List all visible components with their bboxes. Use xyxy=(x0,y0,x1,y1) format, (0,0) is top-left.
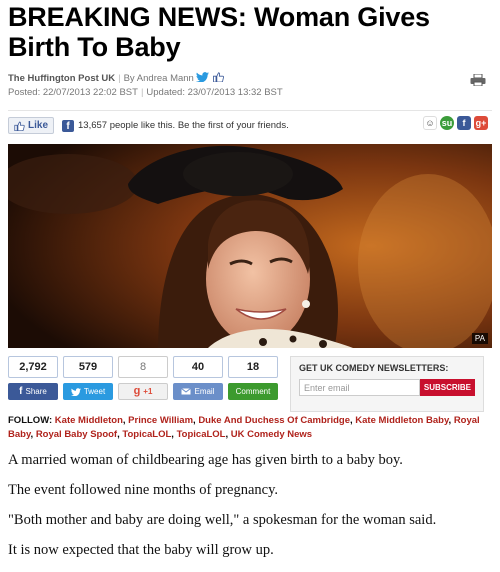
follow-tag[interactable]: Royal Baby Spoof xyxy=(36,429,117,440)
thumbs-up-icon xyxy=(14,121,25,131)
facebook-share-icon[interactable]: f xyxy=(457,116,471,130)
newsletter-signup: GET UK COMEDY NEWSLETTERS: Enter email S… xyxy=(290,356,484,412)
google-plus-block: 8 g +1 xyxy=(118,356,168,400)
follow-tag[interactable]: TopicaLOL xyxy=(122,429,171,440)
facebook-share-count: 2,792 xyxy=(8,356,58,378)
print-icon[interactable] xyxy=(470,74,486,86)
updated-date: Updated: 23/07/2013 13:32 BST xyxy=(146,87,283,98)
article-photo: PA xyxy=(8,144,492,348)
facebook-share-block: 2,792 f Share xyxy=(8,356,58,400)
article-page: BREAKING NEWS: Woman Gives Birth To Baby… xyxy=(0,2,500,559)
follow-tag[interactable]: Kate Middleton xyxy=(55,415,123,426)
body-paragraph: It is now expected that the baby will gr… xyxy=(8,542,274,558)
twitter-bird-icon[interactable] xyxy=(196,72,210,82)
email-button[interactable]: Email xyxy=(173,383,223,400)
envelope-icon xyxy=(181,388,192,395)
headline: BREAKING NEWS: Woman Gives Birth To Baby xyxy=(8,2,430,62)
facebook-like-button[interactable]: Like xyxy=(8,117,55,134)
social-share-bar: 2,792 f Share 579 Tweet 8 g +1 40 Email … xyxy=(8,356,492,412)
facebook-like-icon[interactable] xyxy=(212,72,225,82)
photo-image xyxy=(8,144,492,348)
facebook-like-count-text: 13,657 people like this. Be the first of… xyxy=(78,120,289,131)
stumbleupon-icon[interactable]: su xyxy=(440,116,454,130)
byline: The Huffington Post UK | By Andrea Mann Po… xyxy=(8,72,492,100)
source-name[interactable]: The Huffington Post UK xyxy=(8,73,115,84)
tweet-count: 579 xyxy=(63,356,113,378)
twitter-bird-icon xyxy=(70,387,81,396)
body-paragraph: The event followed nine months of pregna… xyxy=(8,482,279,498)
like-label: Like xyxy=(28,120,49,131)
share-icons: ☺ su f g+ xyxy=(423,116,488,130)
article-body: A married woman of childbearing age has … xyxy=(8,451,492,559)
follow-label: FOLLOW: xyxy=(8,415,53,426)
newsletter-title: GET UK COMEDY NEWSLETTERS: xyxy=(299,363,449,373)
follow-tag[interactable]: Kate Middleton Baby xyxy=(355,415,448,426)
comment-count: 18 xyxy=(228,356,278,378)
posted-date: Posted: 22/07/2013 22:02 BST xyxy=(8,87,138,98)
google-plus-icon: g xyxy=(133,385,141,397)
newsletter-email-input[interactable]: Enter email xyxy=(299,379,420,396)
tweet-button[interactable]: Tweet xyxy=(63,383,113,400)
google-plus-button[interactable]: g +1 xyxy=(118,383,168,400)
body-paragraph: "Both mother and baby are doing well," a… xyxy=(8,512,437,528)
follow-tag[interactable]: Duke And Duchess Of Cambridge xyxy=(198,415,350,426)
facebook-icon: f xyxy=(19,386,23,397)
follow-tag[interactable]: UK Comedy News xyxy=(231,429,312,440)
photo-credit: PA xyxy=(471,333,488,344)
body-paragraph: A married woman of childbearing age has … xyxy=(8,452,403,468)
facebook-icon: f xyxy=(62,119,75,132)
comment-button[interactable]: Comment xyxy=(228,383,278,400)
comment-block: 18 Comment xyxy=(228,356,278,400)
google-plus-icon[interactable]: g+ xyxy=(474,116,488,130)
email-block: 40 Email xyxy=(173,356,223,400)
follow-tag[interactable]: Prince William xyxy=(128,415,193,426)
twitter-block: 579 Tweet xyxy=(63,356,113,400)
facebook-share-button[interactable]: f Share xyxy=(8,383,58,400)
follow-tags: FOLLOW: Kate Middleton, Prince William, … xyxy=(8,415,480,440)
google-plus-count: 8 xyxy=(118,356,168,378)
follow-tag[interactable]: TopicaLOL xyxy=(177,429,226,440)
digg-icon[interactable]: ☺ xyxy=(423,116,437,130)
facebook-like-bar: Like f 13,657 people like this. Be the f… xyxy=(8,110,492,142)
author-name[interactable]: By Andrea Mann xyxy=(124,73,194,84)
email-count: 40 xyxy=(173,356,223,378)
subscribe-button[interactable]: SUBSCRIBE xyxy=(419,379,475,396)
